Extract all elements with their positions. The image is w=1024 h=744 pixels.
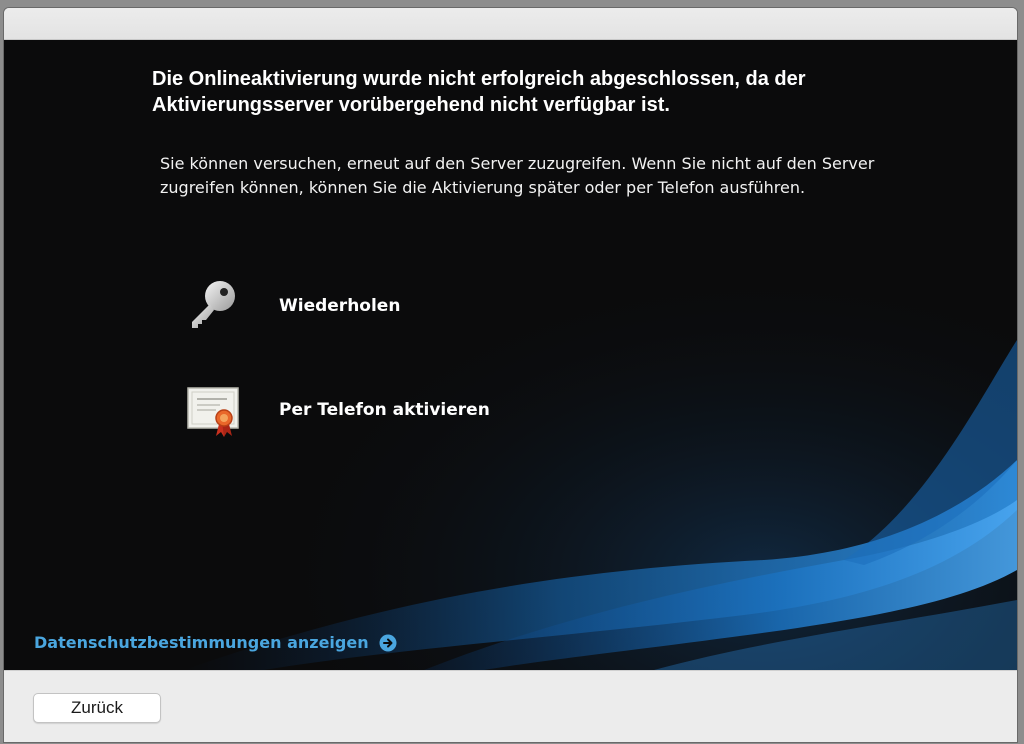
privacy-policy-link[interactable]: Datenschutzbestimmungen anzeigen <box>34 633 397 652</box>
title-bar[interactable] <box>4 8 1017 40</box>
footer-bar: Zurück <box>4 670 1017 742</box>
background-swoosh <box>4 40 1017 670</box>
error-message: Sie können versuchen, erneut auf den Ser… <box>160 154 875 197</box>
arrow-right-circle-icon <box>379 634 397 651</box>
phone-activation-label: Per Telefon aktivieren <box>279 400 490 420</box>
retry-option[interactable]: Wiederholen <box>182 276 602 336</box>
error-headline: Die Onlineaktivierung wurde nicht erfolg… <box>152 68 806 116</box>
phone-activation-option[interactable]: Per Telefon aktivieren <box>182 380 602 440</box>
privacy-policy-label: Datenschutzbestimmungen anzeigen <box>34 633 369 652</box>
installer-window: Die Onlineaktivierung wurde nicht erfolg… <box>4 8 1017 742</box>
key-icon <box>192 281 235 328</box>
content-panel: Die Onlineaktivierung wurde nicht erfolg… <box>4 40 1017 670</box>
back-button[interactable]: Zurück <box>33 693 161 723</box>
certificate-icon <box>187 387 239 437</box>
retry-label: Wiederholen <box>279 296 401 316</box>
